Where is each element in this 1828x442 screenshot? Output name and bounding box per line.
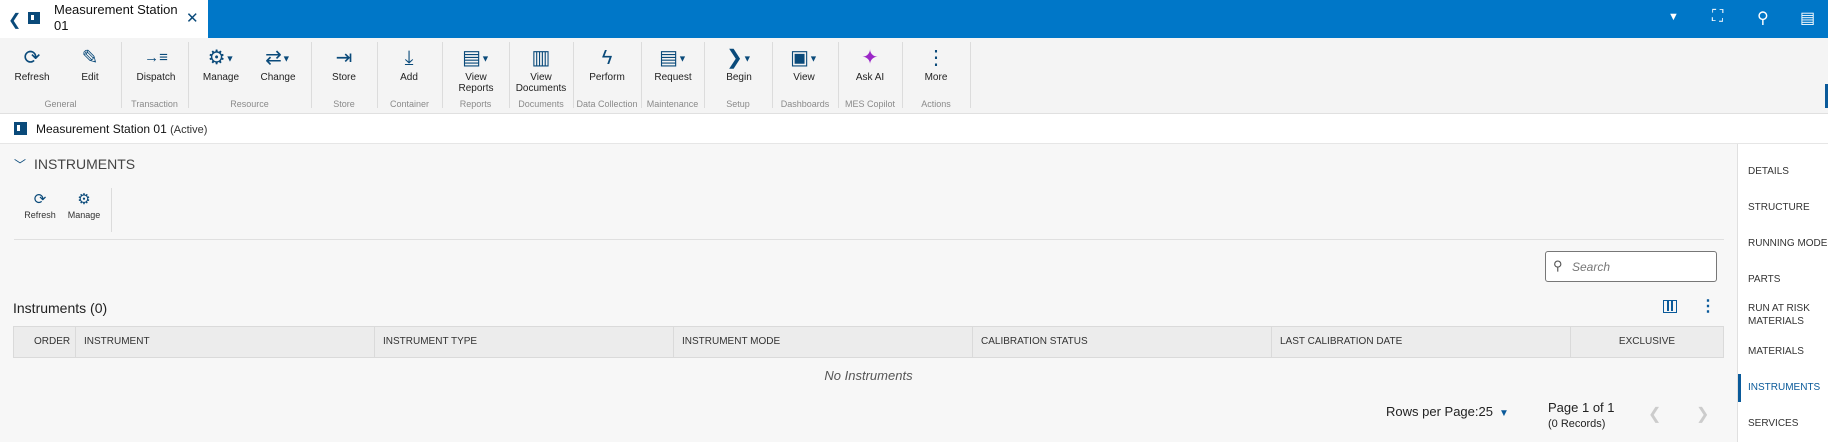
request-icon: ▤▼	[659, 47, 687, 69]
close-icon[interactable]: ✕	[186, 9, 199, 27]
view-documents-button[interactable]: ▥ View Documents	[514, 44, 568, 94]
section-manage-button[interactable]: ⚙ Manage	[66, 190, 102, 220]
group-label-store: Store	[333, 99, 355, 109]
dispatch-icon: →≡	[144, 49, 168, 66]
document-tab[interactable]: ❮ Measurement Station 01 ✕	[0, 0, 208, 38]
change-button[interactable]: ⇄▼ Change	[256, 44, 300, 83]
group-label-actions: Actions	[921, 99, 951, 109]
group-label-resource: Resource	[230, 99, 269, 109]
dispatch-button[interactable]: →≡ Dispatch	[134, 44, 178, 83]
column-header-last-calibration-date[interactable]: LAST CALIBRATION DATE	[1272, 327, 1571, 357]
side-nav-structure[interactable]: STRUCTURE	[1748, 201, 1810, 214]
group-label-transaction: Transaction	[131, 99, 178, 109]
more-vertical-icon: ⋮	[926, 47, 946, 69]
gear-icon: ⚙	[77, 191, 91, 208]
group-label-reports: Reports	[459, 99, 492, 109]
store-button[interactable]: ⇥ Store	[325, 44, 363, 83]
ask-ai-button[interactable]: ✦ Ask AI	[850, 44, 890, 83]
perform-button[interactable]: ϟ Perform	[586, 44, 628, 83]
search-input[interactable]: ⚲ Search	[1545, 251, 1717, 282]
documents-icon: ▥	[531, 47, 551, 69]
add-icon: ⤓	[404, 47, 414, 69]
side-nav-parts[interactable]: PARTS	[1748, 273, 1780, 286]
active-indicator	[1738, 374, 1741, 402]
dashboard-icon: ▣▼	[790, 47, 818, 69]
tab-title: Measurement Station 01	[54, 2, 178, 33]
manage-button[interactable]: ⚙▼ Manage	[198, 44, 244, 83]
section-header[interactable]: ﹀ INSTRUMENTS	[14, 156, 135, 173]
column-header-calibration-status[interactable]: CALIBRATION STATUS	[973, 327, 1272, 357]
caret-down-icon[interactable]: ▼	[1668, 11, 1679, 23]
request-button[interactable]: ▤▼ Request	[651, 44, 695, 83]
begin-button[interactable]: ❯▼ Begin	[718, 44, 760, 83]
chevron-down-icon[interactable]: ﹀	[14, 158, 26, 172]
group-label-data-collection: Data Collection	[576, 99, 638, 109]
group-label-mes-copilot: MES Copilot	[844, 99, 896, 109]
chat-icon[interactable]: ▤	[1800, 8, 1815, 28]
side-nav-services[interactable]: SERVICES	[1748, 417, 1798, 430]
more-button[interactable]: ⋮ More	[917, 44, 955, 83]
search-icon[interactable]: ⚲	[1757, 8, 1769, 28]
refresh-icon: ⟳	[33, 191, 47, 208]
view-dashboard-button[interactable]: ▣▼ View	[784, 44, 824, 83]
table-title: Instruments (0)	[13, 300, 108, 316]
column-header-order[interactable]: ORDER	[14, 327, 76, 357]
refresh-icon: ⟳	[23, 47, 41, 69]
back-icon[interactable]: ❮	[8, 10, 21, 30]
previous-page-icon[interactable]: ❮	[1648, 404, 1661, 424]
edit-button[interactable]: ✎ Edit	[70, 44, 110, 83]
side-nav-running-modes[interactable]: RUNNING MODES	[1748, 237, 1828, 250]
column-header-exclusive[interactable]: EXCLUSIVE	[1571, 327, 1723, 357]
sparkle-icon: ✦	[861, 47, 879, 69]
gear-icon: ⚙▼	[207, 47, 235, 69]
main-panel: ﹀ INSTRUMENTS ⟳ Refresh ⚙ Manage ⚲ Search I…	[0, 144, 1737, 442]
ribbon-toolbar: ⟳ Refresh ✎ Edit →≡ Dispatch ⚙▼ Manage ⇄▼ Cha…	[0, 38, 1828, 114]
column-header-instrument-type[interactable]: INSTRUMENT TYPE	[375, 327, 674, 357]
entity-name: Measurement Station 01 (Active)	[36, 122, 208, 136]
barcode-scan-icon[interactable]: ⛶	[1712, 8, 1723, 26]
group-label-general: General	[44, 99, 77, 109]
page-info: Page 1 of 1 (0 Records)	[1548, 400, 1615, 430]
entity-status: (Active)	[170, 124, 208, 136]
add-button[interactable]: ⤓ Add	[390, 44, 428, 83]
side-nav-details[interactable]: DETAILS	[1748, 165, 1789, 178]
side-nav-instruments[interactable]: INSTRUMENTS	[1748, 381, 1820, 394]
side-nav-run-at-risk-materials[interactable]: RUN AT RISK MATERIALS	[1748, 302, 1818, 328]
lightning-icon: ϟ	[601, 47, 613, 69]
side-nav-materials[interactable]: MATERIALS	[1748, 345, 1804, 358]
refresh-button[interactable]: ⟳ Refresh	[12, 44, 52, 83]
columns-icon[interactable]	[1663, 300, 1677, 313]
empty-table-message: No Instruments	[824, 368, 913, 383]
column-header-instrument[interactable]: INSTRUMENT	[76, 327, 375, 357]
group-label-container: Container	[389, 99, 430, 109]
section-refresh-button[interactable]: ⟳ Refresh	[22, 190, 58, 220]
reports-icon: ▤▼	[462, 47, 490, 69]
store-icon: ⇥	[335, 47, 353, 69]
more-vertical-icon[interactable]: ⋮	[1700, 296, 1716, 316]
chevron-right-icon: ❯▼	[726, 47, 752, 69]
search-icon: ⚲	[1553, 258, 1563, 273]
group-label-dashboards: Dashboards	[780, 99, 830, 109]
divider	[111, 188, 112, 232]
entity-header: Measurement Station 01 (Active)	[0, 114, 1828, 144]
resource-icon	[14, 122, 27, 135]
divider	[14, 239, 1724, 240]
table-header: ORDER INSTRUMENT INSTRUMENT TYPE INSTRUM…	[13, 326, 1724, 358]
group-label-documents: Documents	[518, 99, 564, 109]
search-placeholder: Search	[1572, 260, 1611, 274]
column-header-instrument-mode[interactable]: INSTRUMENT MODE	[674, 327, 973, 357]
view-reports-button[interactable]: ▤▼ View Reports	[455, 44, 497, 94]
caret-down-icon: ▼	[1498, 408, 1509, 419]
rows-per-page-select[interactable]: Rows per Page:25 ▼	[1386, 404, 1509, 419]
side-navigation: DETAILS STRUCTURE RUNNING MODES PARTS RU…	[1737, 144, 1828, 442]
next-page-icon[interactable]: ❯	[1696, 404, 1709, 424]
change-icon: ⇄▼	[265, 47, 291, 69]
group-label-maintenance: Maintenance	[646, 99, 699, 109]
pencil-icon: ✎	[81, 47, 99, 69]
resource-icon	[28, 12, 40, 24]
group-label-setup: Setup	[726, 99, 750, 109]
top-bar: ❮ Measurement Station 01 ✕ ▼ ⛶ ⚲ ▤	[0, 0, 1828, 38]
group-separator	[970, 42, 971, 108]
